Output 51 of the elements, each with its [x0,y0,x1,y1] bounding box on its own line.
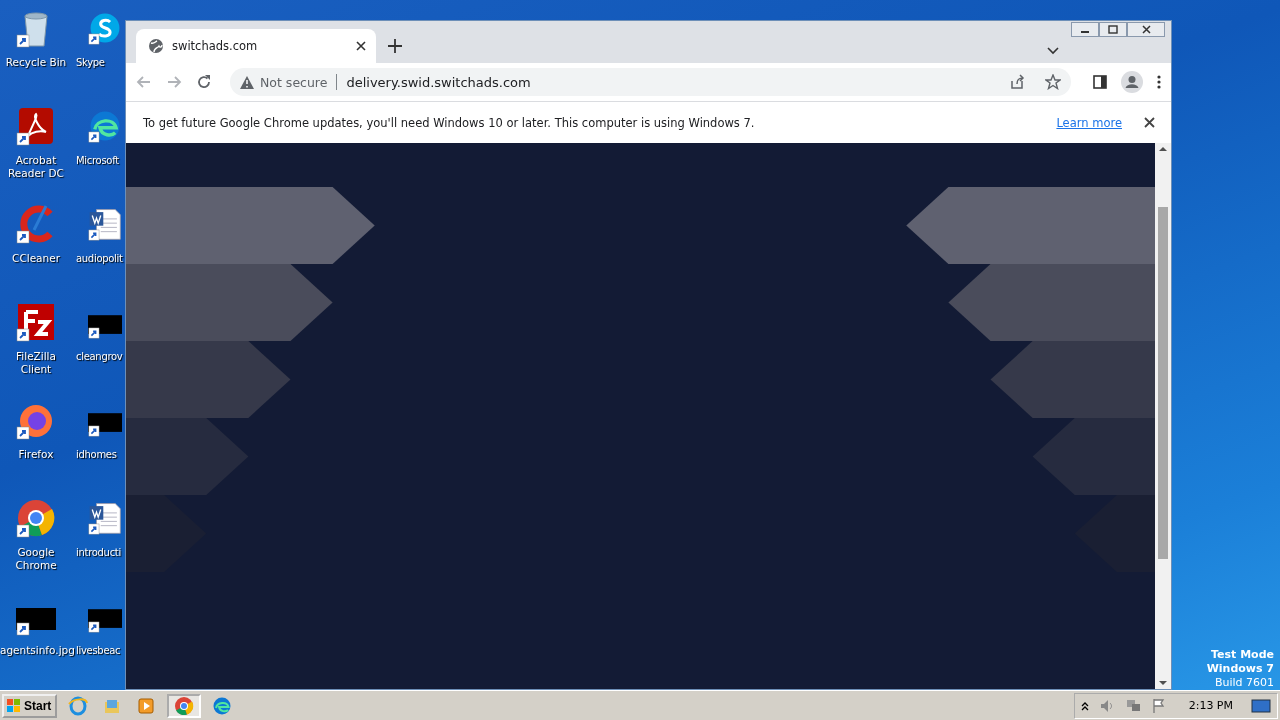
globe-icon [148,38,164,54]
reload-icon[interactable] [196,74,212,90]
desktop-icon-label[interactable]: Microsoft [76,154,119,167]
desktop-icon-label[interactable]: Recycle Bin [0,56,72,69]
start-button[interactable]: Start [2,693,58,718]
scroll-up-arrow-icon[interactable] [1159,147,1167,151]
desktop-icon-label[interactable]: FileZilla Client [0,350,72,376]
security-label[interactable]: Not secure [260,74,328,90]
minimize-button[interactable] [1071,22,1099,37]
desktop-icon-label[interactable]: Skype [76,56,105,69]
desktop-icon-label[interactable]: introducti [76,546,121,559]
close-icon[interactable] [1144,117,1155,128]
windows-logo-icon [6,697,22,714]
side-panel-icon[interactable] [1093,75,1107,89]
desktop-icon-label[interactable]: livesbeac [76,644,121,657]
restore-button[interactable] [1099,22,1127,37]
taskbar-app-icon[interactable] [167,693,202,718]
flag-icon[interactable] [1150,697,1167,714]
clock[interactable]: 2:13 PM [1176,699,1241,712]
show-hidden-icons-icon[interactable] [1080,700,1089,711]
network-icon[interactable] [1124,697,1141,714]
desktop-icon-label[interactable]: cleangrov [76,350,123,363]
desktop-icon-label[interactable]: Google Chrome [0,546,72,572]
chevron-down-icon[interactable] [1047,47,1059,55]
desktop-icon-label[interactable]: CCleaner [0,252,72,265]
desktop-icon-label[interactable]: audiopolit [76,252,123,265]
browser-tab[interactable]: switchads.com [136,29,376,63]
warning-icon [240,75,254,89]
learn-more-link[interactable]: Learn more [1056,115,1122,130]
share-icon[interactable] [1009,74,1025,90]
profile-avatar-icon[interactable] [1121,71,1143,93]
windows-notice-text: Build 7601 [1214,676,1274,690]
desktop-icon-label[interactable]: agentsinfo.jpg [0,644,72,657]
close-icon [1141,25,1151,34]
restore-icon [1108,25,1118,34]
address-bar[interactable]: Not secure delivery.swid.switchads.com [230,68,1071,96]
show-desktop-icon[interactable] [1251,697,1271,714]
update-message: To get future Google Chrome updates, you'll need Windows 10 or later. This computer is using Windows 7. [143,115,756,130]
close-button[interactable] [1127,22,1165,37]
scrollbar[interactable] [1155,143,1171,689]
desktop-icon-label[interactable]: Acrobat Reader DC [0,154,72,180]
windows-notice-text: Windows 7 [1206,662,1274,676]
menu-icon[interactable] [1157,75,1161,89]
windows-notice-text: Test Mode [1211,648,1274,662]
desktop-icon-label[interactable]: idhomes [76,448,117,461]
new-tab-icon[interactable] [388,39,402,53]
close-icon[interactable] [356,41,366,51]
scroll-down-arrow-icon[interactable] [1159,681,1167,685]
star-icon[interactable] [1045,74,1061,90]
url-text[interactable]: delivery.swid.switchads.com [346,74,1003,90]
desktop-icon-label[interactable]: Firefox [0,448,72,461]
